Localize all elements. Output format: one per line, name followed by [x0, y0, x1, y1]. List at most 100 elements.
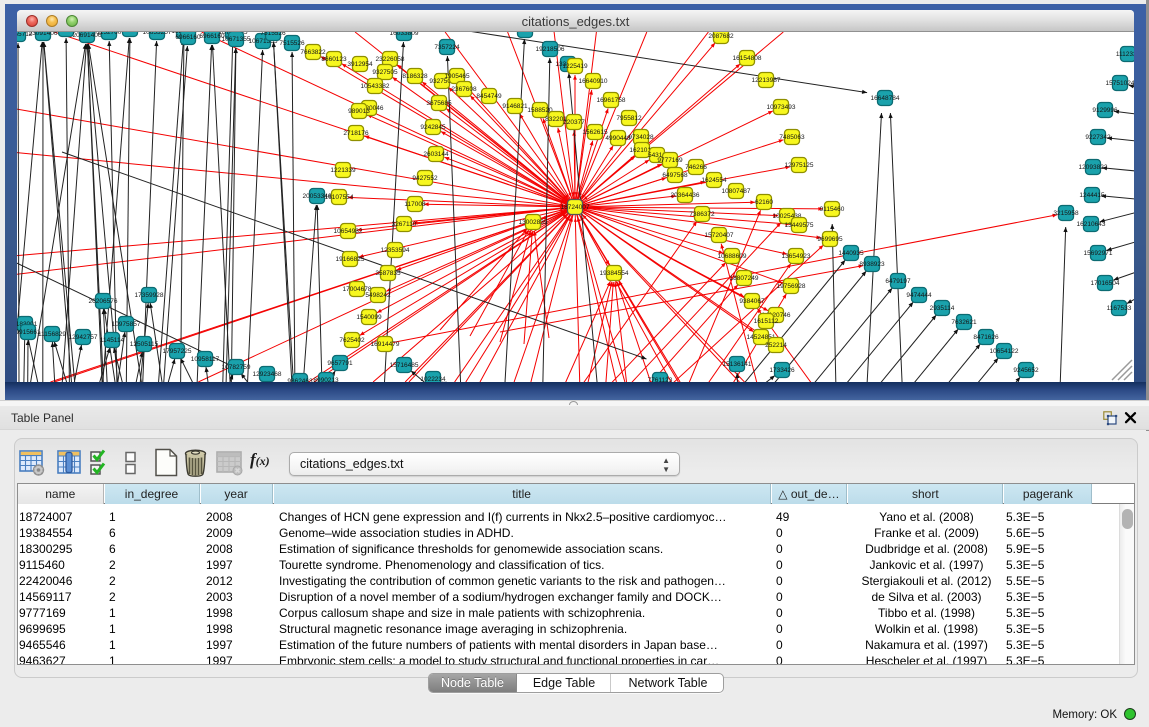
svg-text:10653257: 10653257	[143, 32, 172, 36]
svg-text:3587835: 3587835	[375, 270, 401, 277]
svg-text:6497568: 6497568	[662, 172, 688, 179]
svg-text:16154808: 16154808	[733, 55, 762, 62]
svg-text:16033809: 16033809	[390, 32, 419, 37]
svg-text:7357224: 7357224	[434, 44, 460, 51]
svg-text:1615112: 1615112	[754, 318, 779, 325]
svg-text:7515526: 7515526	[260, 32, 286, 37]
svg-text:12942757: 12942757	[69, 334, 98, 341]
svg-text:746266: 746266	[685, 164, 707, 171]
svg-text:12093822: 12093822	[1079, 164, 1108, 171]
svg-text:8454749: 8454749	[476, 93, 502, 100]
svg-text:19384554: 19384554	[600, 270, 629, 277]
svg-text:6966160: 6966160	[175, 34, 201, 41]
svg-text:12353594: 12353594	[381, 247, 410, 254]
svg-text:10973493: 10973493	[767, 104, 796, 111]
svg-text:11156829: 11156829	[38, 331, 66, 338]
svg-text:3912954: 3912954	[347, 61, 373, 68]
svg-text:1905465: 1905465	[444, 73, 470, 80]
svg-text:1112334: 1112334	[1116, 51, 1134, 58]
svg-text:2603144: 2603144	[423, 151, 449, 158]
svg-text:15136141: 15136141	[723, 361, 752, 368]
svg-text:4990448: 4990448	[605, 135, 631, 142]
svg-text:252214: 252214	[765, 342, 787, 349]
svg-text:12975125: 12975125	[785, 162, 814, 169]
svg-text:5498242: 5498242	[365, 292, 391, 299]
svg-text:10782759: 10782759	[222, 364, 251, 371]
svg-text:16640910: 16640910	[579, 78, 608, 85]
svg-text:19166825: 19166825	[336, 256, 365, 263]
svg-text:9474444: 9474444	[906, 292, 932, 299]
svg-text:9327505: 9327505	[372, 69, 398, 76]
svg-text:8186328: 8186328	[402, 73, 428, 80]
svg-text:1440935: 1440935	[838, 250, 864, 257]
svg-text:2935114: 2935114	[930, 305, 955, 312]
svg-text:1221339: 1221339	[330, 167, 356, 174]
svg-text:9129996: 9129996	[1092, 107, 1118, 114]
svg-text:8561604: 8561604	[117, 32, 143, 33]
svg-text:2367608: 2367608	[451, 86, 477, 93]
svg-text:3267110: 3267110	[392, 221, 417, 228]
svg-text:1562615: 1562615	[582, 129, 608, 136]
svg-text:7955812: 7955812	[616, 115, 642, 122]
svg-text:8990213: 8990213	[313, 377, 339, 382]
svg-text:9862463: 9862463	[287, 378, 313, 382]
svg-text:9699695: 9699695	[817, 236, 843, 243]
svg-text:3675685: 3675685	[426, 100, 452, 107]
svg-text:13654923: 13654923	[782, 253, 811, 260]
svg-text:15692971: 15692971	[1084, 250, 1113, 257]
svg-text:1225419: 1225419	[562, 63, 588, 70]
svg-text:16914479: 16914479	[371, 341, 400, 348]
svg-text:7625402: 7625402	[339, 337, 365, 344]
svg-text:10654122: 10654122	[990, 348, 1019, 355]
svg-text:18724007: 18724007	[561, 204, 590, 211]
svg-text:3215958: 3215958	[1053, 210, 1079, 217]
svg-text:16210643: 16210643	[1077, 221, 1106, 228]
svg-text:10958117: 10958117	[191, 356, 220, 363]
svg-text:15720407: 15720407	[705, 232, 734, 239]
svg-text:9384067: 9384067	[739, 298, 765, 305]
svg-text:26206576: 26206576	[89, 298, 118, 305]
svg-text:7632621: 7632621	[951, 319, 977, 326]
svg-text:220377: 220377	[563, 119, 585, 126]
svg-text:16648784: 16648784	[871, 95, 900, 102]
svg-text:1244415: 1244415	[1079, 192, 1105, 199]
svg-text:12505115: 12505115	[130, 341, 159, 348]
svg-text:6479197: 6479197	[885, 278, 911, 285]
svg-text:1733426: 1733426	[769, 367, 795, 374]
svg-text:20364436: 20364436	[671, 192, 700, 199]
svg-text:1624554: 1624554	[701, 177, 727, 184]
svg-text:16961758: 16961758	[597, 97, 626, 104]
svg-text:15751024: 15751024	[1106, 80, 1134, 87]
svg-text:9146821: 9146821	[502, 103, 528, 110]
svg-text:10671355: 10671355	[222, 36, 251, 43]
svg-text:10543382: 10543382	[361, 83, 390, 90]
svg-text:8813054: 8813054	[512, 32, 538, 34]
svg-text:9777169: 9777169	[657, 157, 683, 164]
svg-text:9115460: 9115460	[820, 206, 845, 213]
svg-text:1022234: 1022234	[420, 376, 446, 382]
svg-text:62160: 62160	[755, 199, 773, 206]
svg-text:13002835: 13002835	[519, 219, 548, 226]
svg-text:23226058: 23226058	[376, 56, 405, 63]
svg-text:9227342: 9227342	[1085, 134, 1111, 141]
svg-text:19218506: 19218506	[536, 46, 565, 53]
svg-text:9427552: 9427552	[412, 175, 438, 182]
svg-text:989013: 989013	[348, 108, 370, 115]
svg-text:7663822: 7663822	[300, 49, 326, 56]
svg-text:9242845: 9242845	[420, 124, 446, 131]
svg-text:10654982: 10654982	[334, 228, 363, 235]
svg-text:8660123: 8660123	[321, 56, 347, 63]
svg-text:17016504: 17016504	[1091, 280, 1120, 287]
svg-text:8471626: 8471626	[973, 334, 999, 341]
svg-text:10688609: 10688609	[718, 253, 747, 260]
svg-text:15716485: 15716485	[390, 362, 419, 369]
svg-text:17359928: 17359928	[135, 292, 164, 299]
svg-text:17957225: 17957225	[163, 348, 192, 355]
svg-text:9245652: 9245652	[1013, 367, 1039, 374]
svg-text:10807487: 10807487	[722, 188, 751, 195]
svg-text:7515526: 7515526	[279, 40, 305, 47]
svg-text:1145114: 1145114	[100, 337, 125, 344]
svg-text:1540099: 1540099	[356, 314, 382, 321]
svg-text:19756928: 19756928	[777, 283, 806, 290]
svg-text:2718176: 2718176	[343, 130, 369, 137]
